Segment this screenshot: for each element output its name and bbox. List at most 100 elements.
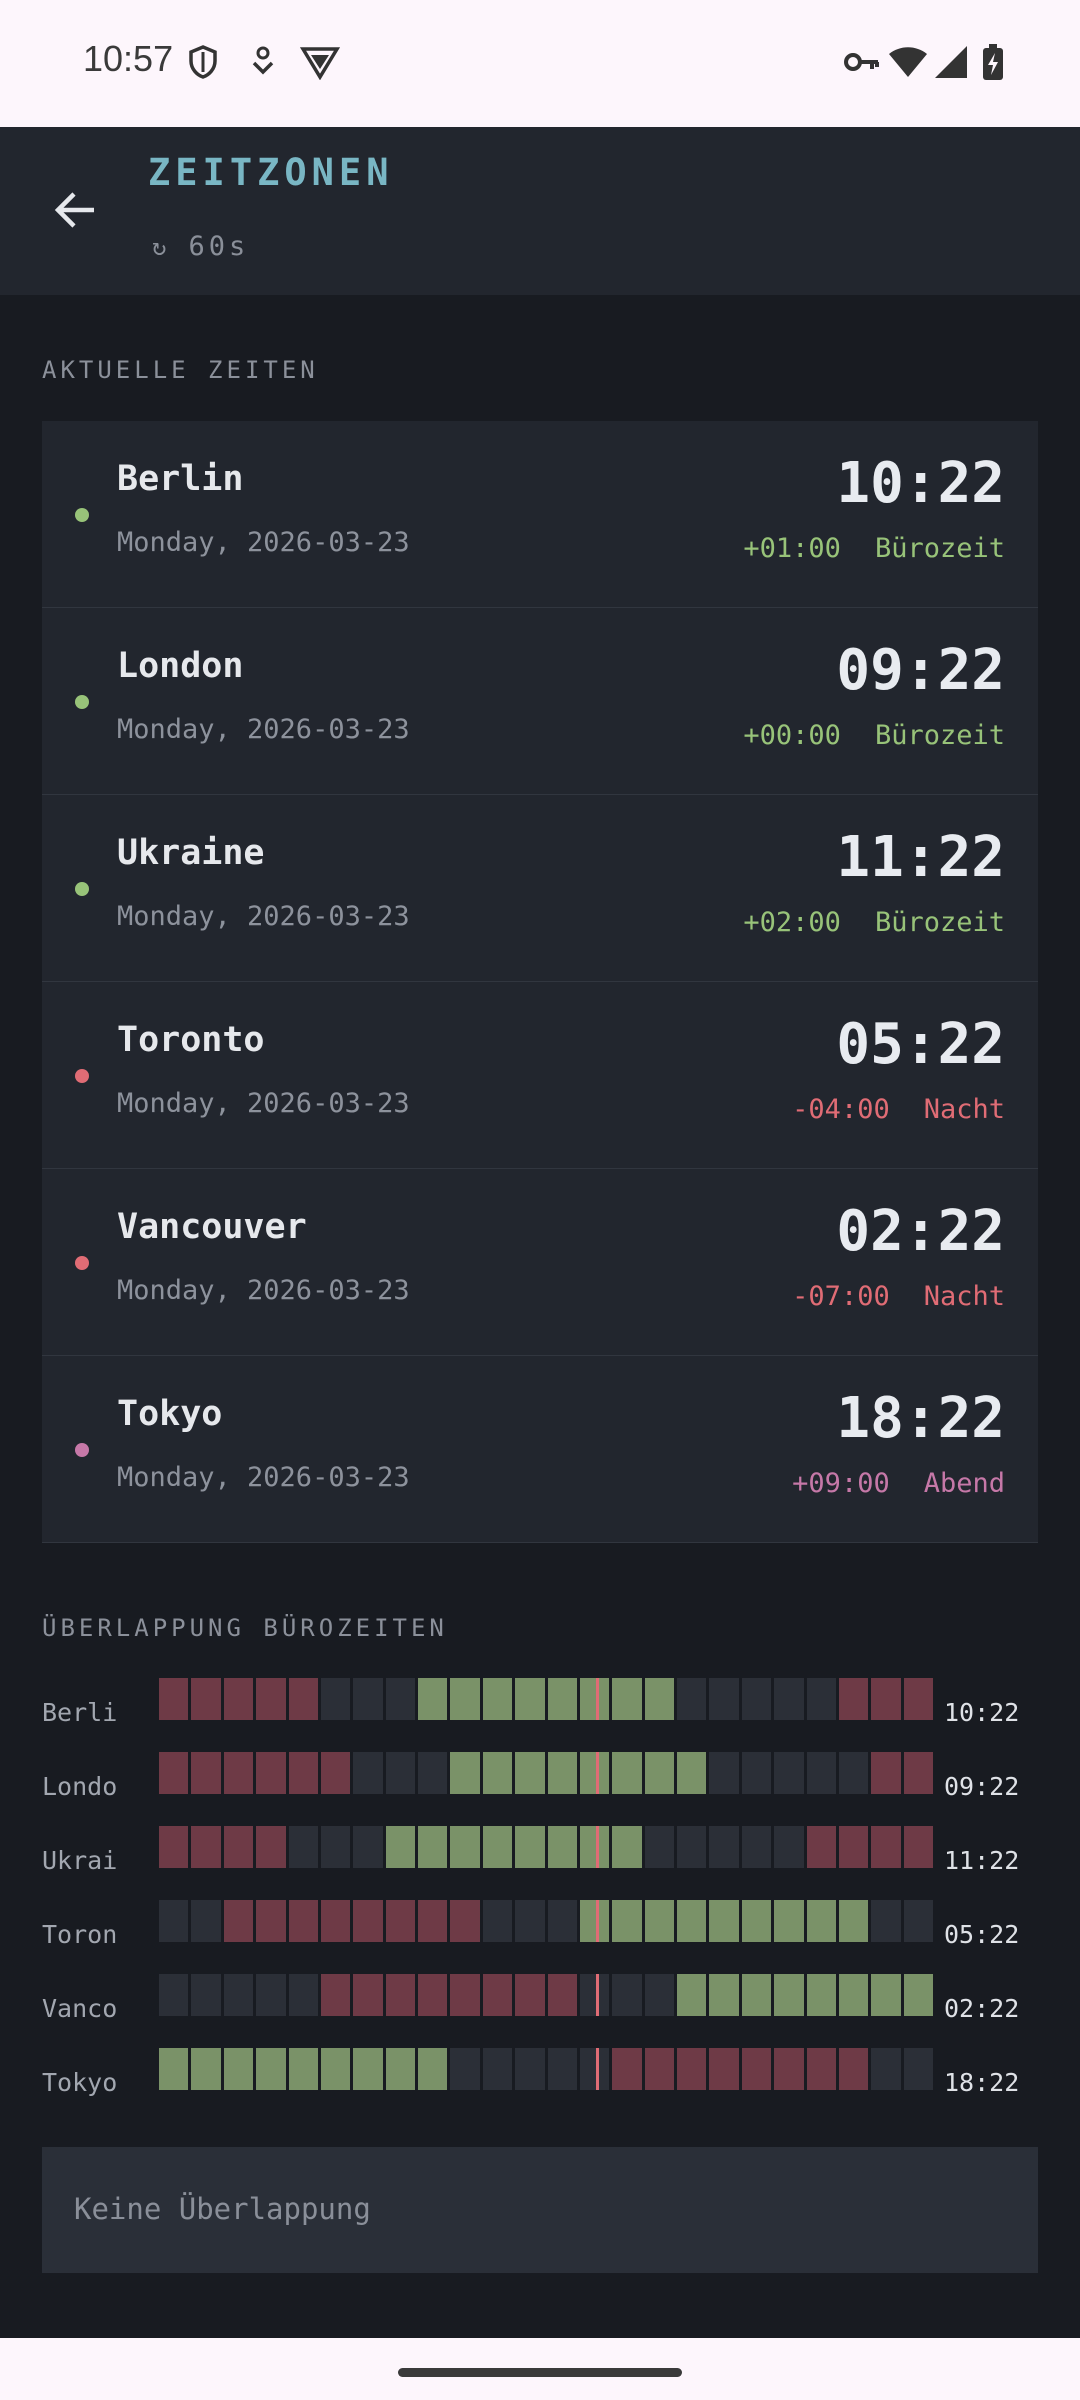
hour-cell [806,1900,836,1942]
hour-cell [256,2048,286,2090]
zone-time: 18:22 [836,1386,1005,1451]
hour-cell [320,1826,351,1868]
zone-card[interactable]: Berlin Monday, 2026-03-23 10:22 +01:00 Büroz… [42,421,1038,608]
zone-card[interactable]: London Monday, 2026-03-23 09:22 +00:00 Büroz… [42,608,1038,795]
status-dot [75,695,89,709]
hour-cell [741,1678,772,1720]
hour-cell [353,1900,383,1942]
overlap-city: Ukrai [42,1846,118,1875]
back-button[interactable] [40,175,110,245]
hour-cell [288,1900,318,1942]
hour-cell [159,1826,189,1868]
hour-cell [353,1678,383,1720]
hour-cell [774,1900,804,1942]
zone-name: Vancouver [117,1207,307,1247]
hour-cell [871,2048,901,2090]
hour-cell [838,2048,869,2090]
hour-cell [223,1752,254,1794]
hour-cell [418,2048,448,2090]
status-dot [75,1069,89,1083]
hour-cell [482,1826,513,1868]
hour-cell [612,1678,642,1720]
zone-meta: +01:00 Bürozeit [743,533,1005,564]
hour-cell [741,1900,772,1942]
hour-cell [838,1900,869,1942]
now-marker [596,1900,599,1942]
hour-cell [320,1678,351,1720]
hour-cell [256,1974,286,2016]
hour-cell [482,1900,513,1942]
overlap-city: Tokyo [42,2068,118,2097]
hour-cell [482,1974,513,2016]
hour-cell [838,1974,869,2016]
hour-cell [644,1826,674,1868]
hour-cell [256,1826,286,1868]
key-icon [844,53,879,71]
hour-cell [838,1826,869,1868]
zone-card[interactable]: Tokyo Monday, 2026-03-23 18:22 +09:00 Abend [42,1356,1038,1543]
now-marker [596,2048,599,2090]
hour-cell [677,1974,707,2016]
hour-cell [288,1678,318,1720]
hour-bar [159,1678,933,1720]
overlap-time: 05:22 [944,1920,1020,1949]
hour-cell [871,1826,901,1868]
zone-offset: -04:00 [792,1094,890,1125]
hour-cell [385,2048,415,2090]
zone-offset: +00:00 [743,720,841,751]
overlap-time: 18:22 [944,2068,1020,2097]
hour-cell [806,1826,836,1868]
zone-card[interactable]: Vancouver Monday, 2026-03-23 02:22 -07:00 Na… [42,1169,1038,1356]
hour-cell [903,1900,933,1942]
now-marker [596,1752,599,1794]
overlap-time: 11:22 [944,1846,1020,1875]
hour-cell [806,2048,836,2090]
hour-cell [223,1974,254,2016]
hour-cell [223,1826,254,1868]
hour-cell [677,1900,707,1942]
hour-cell [385,1974,415,2016]
hour-cell [612,2048,642,2090]
hour-cell [677,2048,707,2090]
zone-card[interactable]: Ukraine Monday, 2026-03-23 11:22 +02:00 Büro… [42,795,1038,982]
current-times-heading: AKTUELLE ZEITEN [42,356,319,384]
zone-name: Toronto [117,1020,265,1060]
hour-cell [515,1900,545,1942]
hour-cell [547,1974,577,2016]
hour-cell [677,1678,707,1720]
hour-cell [838,1678,869,1720]
hour-cell [418,1678,448,1720]
home-indicator[interactable] [398,2368,682,2377]
hour-cell [288,2048,318,2090]
zone-card[interactable]: Toronto Monday, 2026-03-23 05:22 -04:00 Nach… [42,982,1038,1169]
status-bar: 10:57 [0,0,1080,127]
status-dot [75,1443,89,1457]
hour-cell [256,1752,286,1794]
hour-cell [418,1900,448,1942]
hour-cell [191,2048,221,2090]
hour-cell [741,1826,772,1868]
hour-cell [612,1752,642,1794]
zone-offset: +02:00 [743,907,841,938]
overlap-result-text: Keine Überlappung [74,2192,371,2226]
zone-offset: +09:00 [792,1468,890,1499]
hour-cell [644,1900,674,1942]
vpn-triangle-icon [300,47,340,80]
hour-cell [871,1752,901,1794]
hour-cell [644,2048,674,2090]
hour-cell [482,1678,513,1720]
hour-cell [547,1752,577,1794]
hour-cell [320,2048,351,2090]
zone-offset: -07:00 [792,1281,890,1312]
hour-cell [709,1974,739,2016]
hour-cell [579,1826,610,1868]
hour-cell [774,1752,804,1794]
overlap-time: 02:22 [944,1994,1020,2023]
hour-cell [450,1826,480,1868]
download-icon [252,46,274,75]
zone-date: Monday, 2026-03-23 [117,901,410,932]
zone-status: Nacht [923,1094,1005,1125]
overlap-city: Londo [42,1772,118,1801]
hour-cell [418,1826,448,1868]
hour-cell [579,1974,610,2016]
